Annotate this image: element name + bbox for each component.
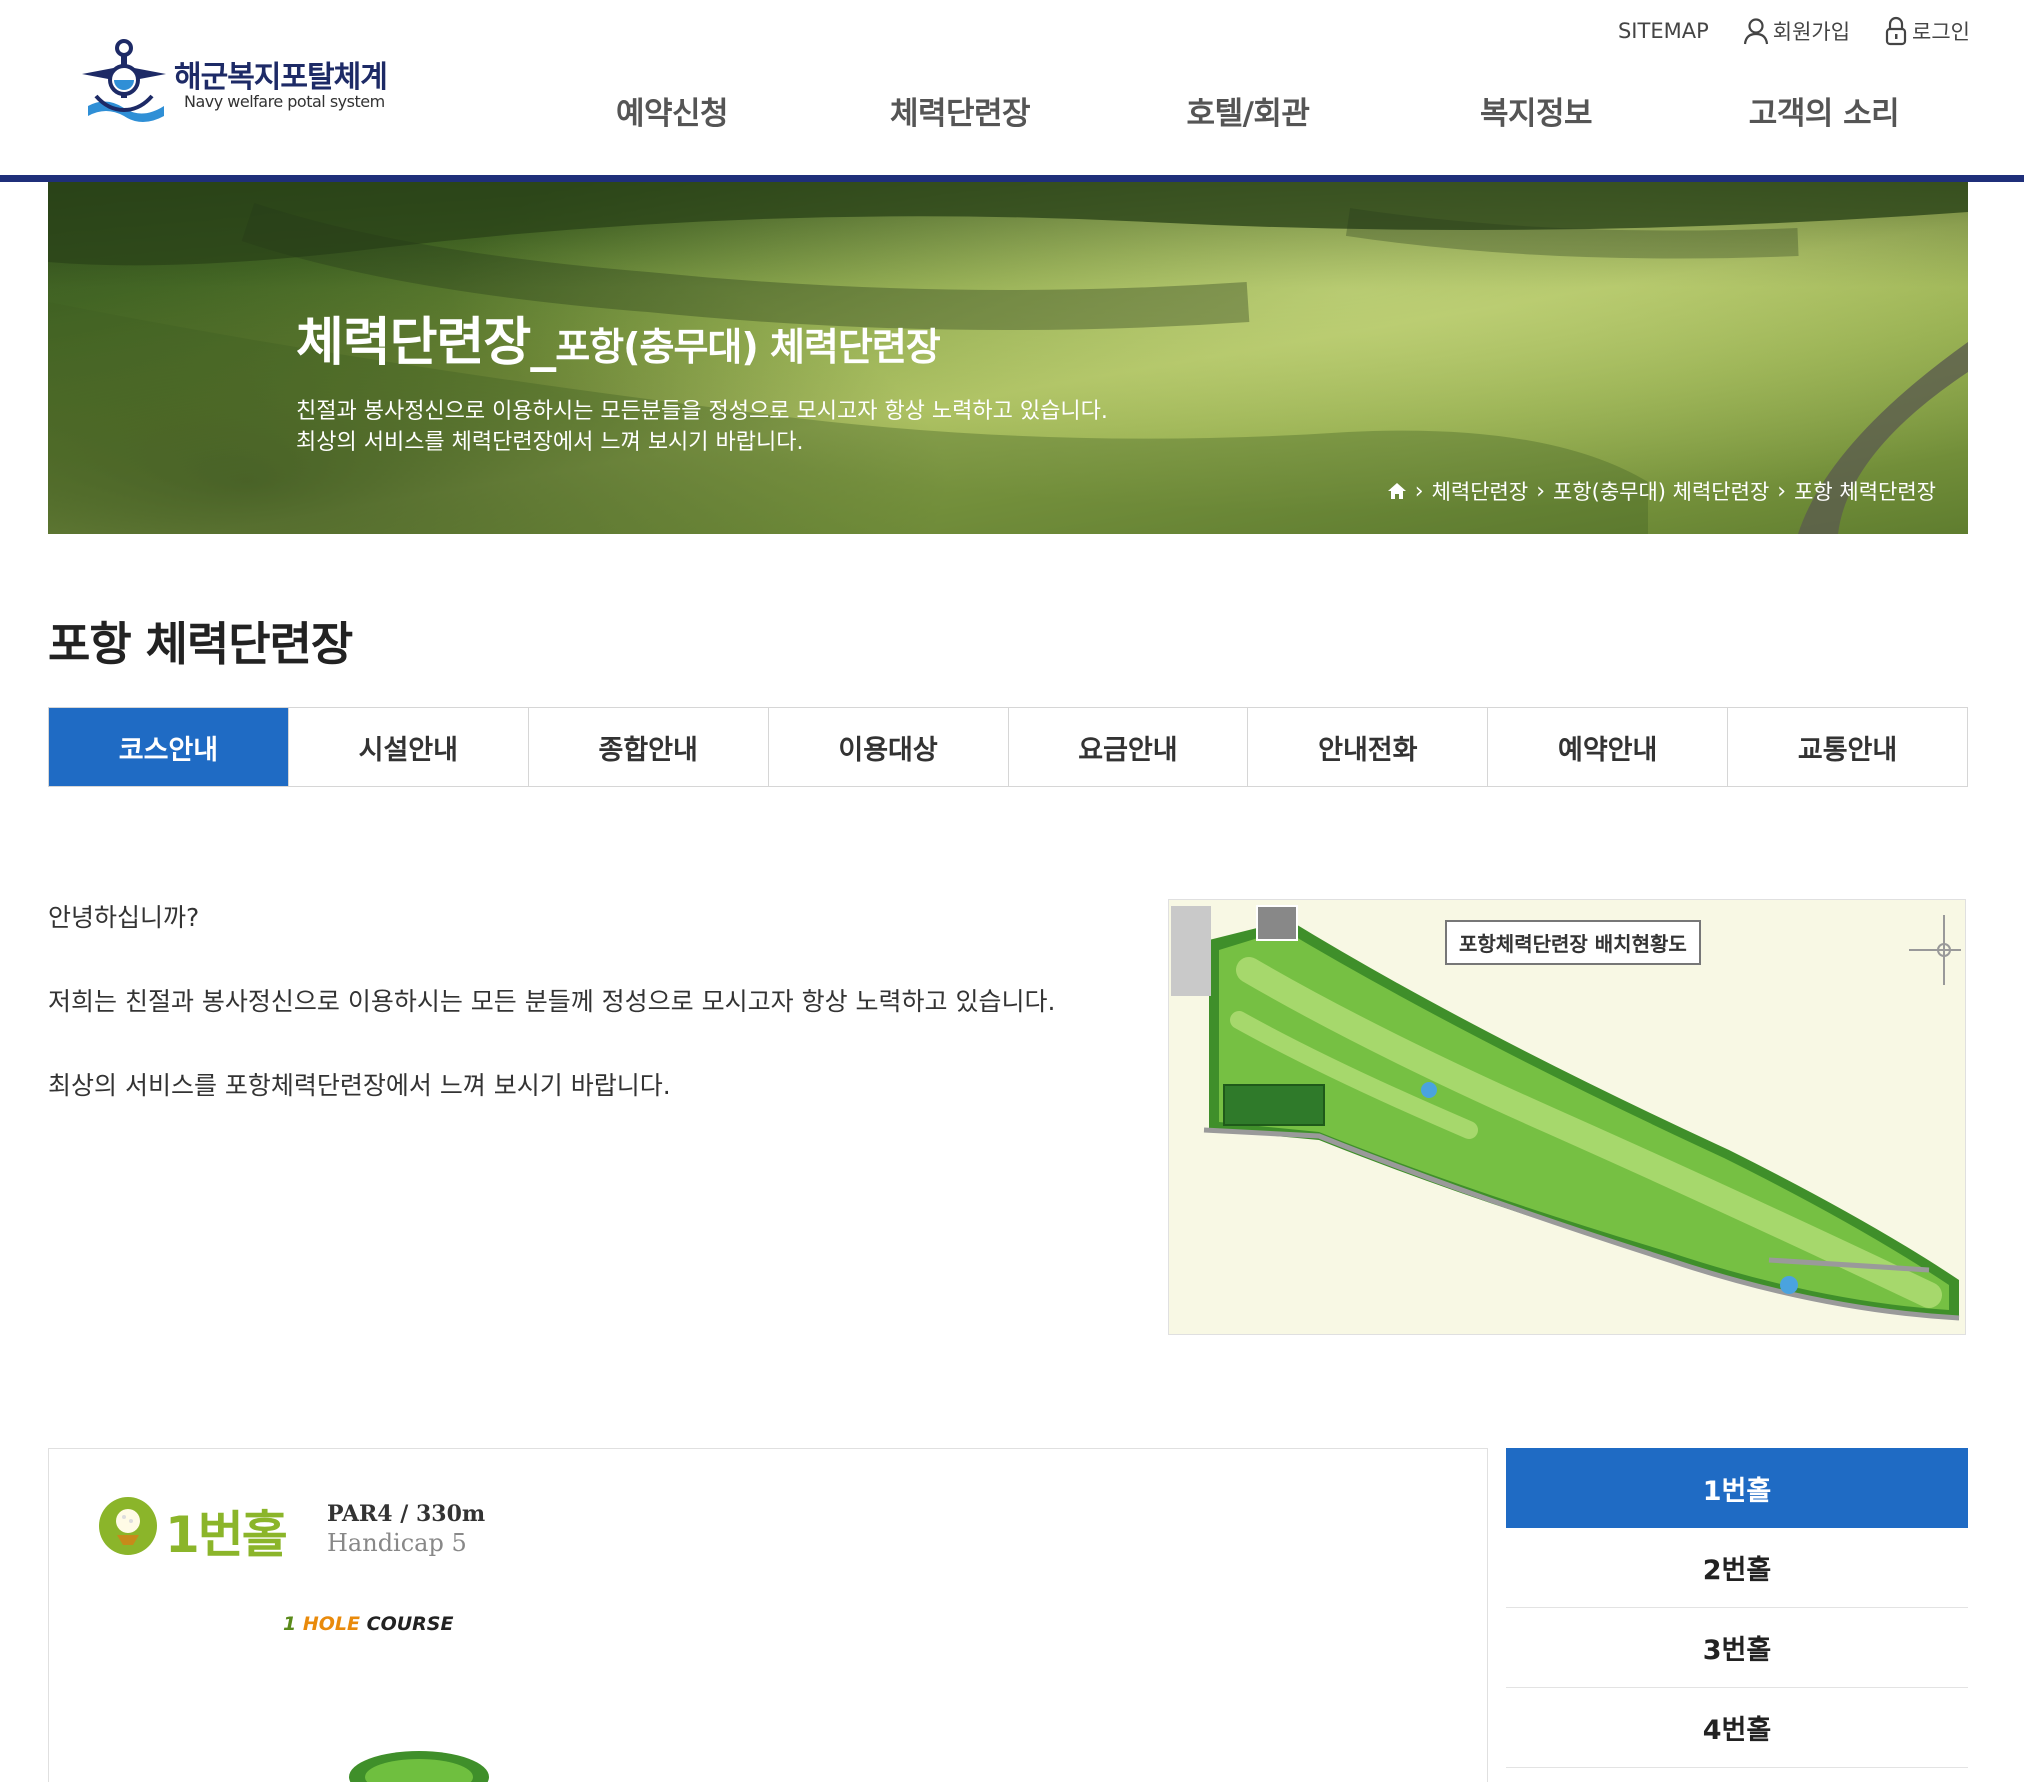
- hole-par: PAR4 / 330m: [327, 1501, 486, 1527]
- lock-icon: [1885, 16, 1907, 46]
- hero-banner: 체력단련장_포항(충무대) 체력단련장 친절과 봉사정신으로 이용하시는 모든분…: [48, 182, 1968, 534]
- hole-handicap: Handicap 5: [327, 1529, 467, 1557]
- hole-number: 1번홀: [165, 1506, 288, 1564]
- banner-desc-line2: 최상의 서비스를 체력단련장에서 느껴 보시기 바랍니다.: [296, 430, 804, 455]
- hole-item-4[interactable]: 4번홀: [1506, 1688, 1968, 1768]
- golf-ball-icon: [99, 1497, 157, 1555]
- sitemap-label: SITEMAP: [1617, 19, 1709, 43]
- hole-green-image: [349, 1751, 489, 1782]
- intro-line2: 최상의 서비스를 포항체력단련장에서 느껴 보시기 바랍니다.: [48, 1071, 671, 1100]
- page-title: 포항 체력단련장: [48, 617, 353, 671]
- map-title: 포항체력단련장 배치현황도: [1445, 920, 1701, 965]
- sitemap-link[interactable]: SITEMAP: [1618, 19, 1709, 43]
- tab-general-guide[interactable]: 종합안내: [528, 708, 769, 786]
- nav-item-reservation[interactable]: 예약신청: [616, 88, 729, 133]
- login-link[interactable]: 로그인: [1884, 16, 1970, 46]
- nav-item-fitness[interactable]: 체력단련장: [890, 88, 1031, 133]
- tab-course-guide[interactable]: 코스안내: [49, 708, 289, 786]
- breadcrumb: › 체력단련장 › 포항(충무대) 체력단련장 › 포항 체력단련장: [1387, 476, 1936, 506]
- tab-facility-guide[interactable]: 시설안내: [288, 708, 529, 786]
- nav-item-welfare[interactable]: 복지정보: [1480, 88, 1593, 133]
- breadcrumb-item-current[interactable]: 포항 체력단련장: [1794, 476, 1936, 506]
- breadcrumb-item[interactable]: 체력단련장: [1432, 476, 1529, 506]
- tab-phone-guide[interactable]: 안내전화: [1248, 708, 1489, 786]
- hole-list: 1번홀 2번홀 3번홀 4번홀: [1506, 1448, 1968, 1768]
- tab-reservation-guide[interactable]: 예약안내: [1488, 708, 1729, 786]
- utility-nav: SITEMAP 회원가입 로그인: [1618, 16, 1970, 46]
- signup-label: 회원가입: [1772, 20, 1851, 44]
- intro-line1: 저희는 친절과 봉사정신으로 이용하시는 모든 분들께 정성으로 모시고자 항상…: [48, 987, 1056, 1016]
- banner-desc-line1: 친절과 봉사정신으로 이용하시는 모든분들을 정성으로 모시고자 항상 노력하고…: [296, 399, 1108, 424]
- course-map-image: [1169, 900, 1965, 1334]
- nav-item-customer-voice[interactable]: 고객의 소리: [1749, 88, 1900, 133]
- intro-greeting: 안녕하십니까?: [48, 903, 200, 932]
- hole-course-caption: 1 HOLE COURSE: [283, 1613, 453, 1635]
- banner-description: 친절과 봉사정신으로 이용하시는 모든분들을 정성으로 모시고자 항상 노력하고…: [296, 396, 1108, 458]
- signup-link[interactable]: 회원가입: [1743, 16, 1850, 46]
- banner-title-main: 체력단련장_: [296, 313, 556, 373]
- hole-detail-panel: 1번홀 PAR4 / 330m Handicap 5 1 HOLE COURSE: [48, 1448, 1488, 1782]
- course-layout-map: 포항체력단련장 배치현황도: [1168, 899, 1966, 1335]
- hole-course-word: COURSE: [366, 1613, 454, 1635]
- hole-header: 1번홀 PAR4 / 330m Handicap 5: [97, 1495, 485, 1565]
- home-icon[interactable]: [1387, 482, 1407, 500]
- banner-title: 체력단련장_포항(충무대) 체력단련장: [296, 300, 941, 375]
- main-nav: 예약신청 체력단련장 호텔/회관 복지정보 고객의 소리: [0, 88, 2024, 138]
- login-label: 로그인: [1912, 20, 1970, 44]
- breadcrumb-item[interactable]: 포항(충무대) 체력단련장: [1553, 476, 1769, 506]
- tab-eligible-users[interactable]: 이용대상: [768, 708, 1009, 786]
- chevron-right-icon: ›: [1536, 478, 1545, 504]
- hole-course-number: 1: [283, 1613, 297, 1635]
- chevron-right-icon: ›: [1777, 478, 1787, 504]
- hole-item-2[interactable]: 2번홀: [1506, 1528, 1968, 1608]
- nav-item-hotel[interactable]: 호텔/회관: [1187, 88, 1310, 133]
- user-icon: [1743, 18, 1768, 45]
- banner-title-sub: 포항(충무대) 체력단련장: [555, 325, 941, 369]
- tab-fee-guide[interactable]: 요금안내: [1008, 708, 1249, 786]
- site-header: 해군복지포탈체계 Navy welfare potal system SITEM…: [0, 0, 2024, 182]
- tab-transport-guide[interactable]: 교통안내: [1728, 708, 1967, 786]
- hole-item-1[interactable]: 1번홀: [1506, 1448, 1968, 1528]
- hole-item-3[interactable]: 3번홀: [1506, 1608, 1968, 1688]
- hole-course-hole: HOLE: [302, 1613, 360, 1635]
- content-tabs: 코스안내 시설안내 종합안내 이용대상 요금안내 안내전화 예약안내 교통안내: [48, 707, 1968, 787]
- chevron-right-icon: ›: [1414, 478, 1424, 504]
